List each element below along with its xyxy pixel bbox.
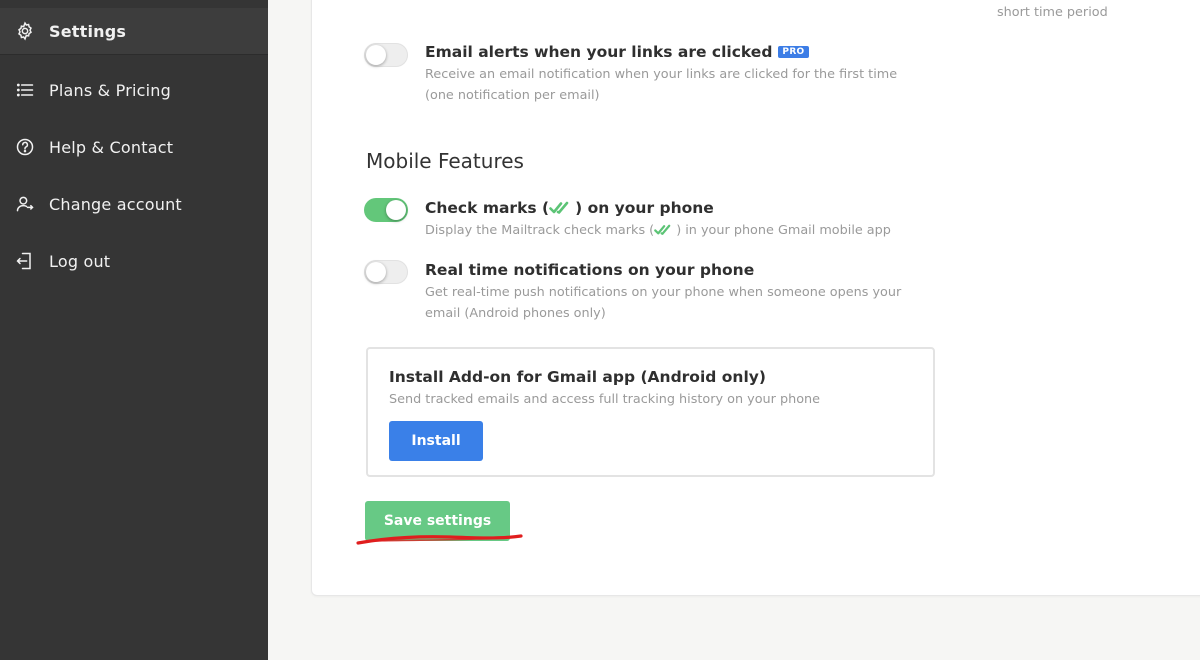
check-marks-title-end: ) on your phone	[575, 199, 714, 217]
sidebar: Settings Plans & Pricing Help & Contact	[0, 0, 268, 660]
red-underline-annotation	[356, 534, 523, 545]
email-alerts-option: Email alerts when your links are clicked…	[425, 42, 809, 61]
email-alerts-toggle[interactable]	[364, 43, 408, 67]
mobile-features-heading: Mobile Features	[366, 149, 524, 173]
email-alerts-title: Email alerts when your links are clicked	[425, 43, 773, 61]
addon-description: Send tracked emails and access full trac…	[389, 392, 821, 407]
gear-icon	[14, 20, 36, 42]
realtime-title: Real time notifications on your phone	[425, 261, 755, 279]
description-line: (one notification per email)	[425, 88, 600, 103]
sidebar-item-plans[interactable]: Plans & Pricing	[0, 67, 268, 113]
sidebar-item-logout[interactable]: Log out	[0, 238, 268, 284]
check-marks-title-start: Check marks (	[425, 199, 550, 217]
realtime-description: Get real-time push notifications on your…	[425, 282, 945, 324]
toggle-knob	[366, 262, 386, 282]
addon-title: Install Add-on for Gmail app (Android on…	[389, 368, 766, 386]
sidebar-item-label: Log out	[49, 251, 111, 271]
check-marks-toggle[interactable]	[364, 198, 408, 222]
logout-icon	[14, 250, 36, 272]
description-line: Get real-time push notifications on your…	[425, 285, 902, 300]
user-switch-icon	[14, 193, 36, 215]
description-line: email (Android phones only)	[425, 306, 606, 321]
sidebar-item-settings[interactable]: Settings	[0, 8, 268, 55]
help-circle-icon	[14, 136, 36, 158]
sidebar-item-label: Plans & Pricing	[49, 80, 171, 100]
truncated-description: short time period	[997, 5, 1108, 20]
list-icon	[14, 79, 36, 101]
toggle-knob	[366, 45, 386, 65]
sidebar-item-label: Settings	[49, 21, 127, 41]
description-text: ) in your phone Gmail mobile app	[676, 223, 891, 238]
sidebar-item-label: Help & Contact	[49, 137, 174, 157]
sidebar-item-label: Change account	[49, 194, 182, 214]
toggle-knob	[386, 200, 406, 220]
description-line: Receive an email notification when your …	[425, 67, 898, 82]
description-text: Display the Mailtrack check marks (	[425, 223, 655, 238]
pro-badge: PRO	[778, 46, 809, 58]
realtime-notifications-toggle[interactable]	[364, 260, 408, 284]
double-check-icon	[654, 222, 676, 243]
check-marks-option: Check marks ( ) on your phone	[425, 198, 714, 219]
email-alerts-description: Receive an email notification when your …	[425, 64, 945, 106]
install-button[interactable]: Install	[389, 421, 483, 461]
check-marks-description: Display the Mailtrack check marks ( ) in …	[425, 220, 891, 243]
double-check-icon	[549, 200, 575, 219]
sidebar-item-help[interactable]: Help & Contact	[0, 124, 268, 170]
sidebar-item-change-account[interactable]: Change account	[0, 181, 268, 227]
realtime-option: Real time notifications on your phone	[425, 260, 754, 279]
